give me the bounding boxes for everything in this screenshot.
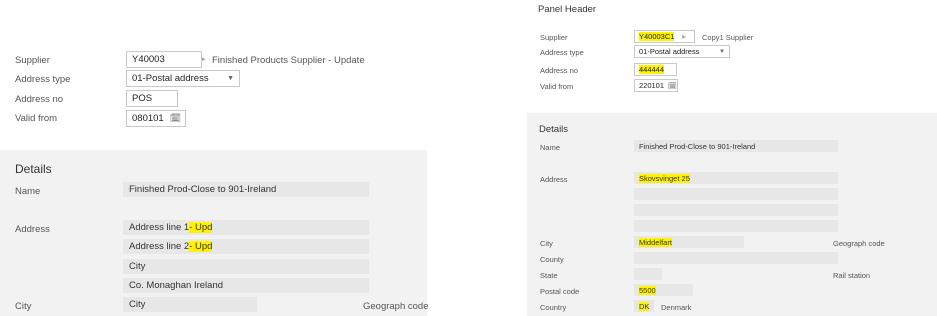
state-label: State <box>540 271 558 280</box>
address-line2-field-right[interactable] <box>634 188 838 200</box>
city-value-right: Middelfart <box>639 237 672 247</box>
rail-station-label: Rail station <box>833 271 871 280</box>
supplier-name-right: Copy1 Supplier <box>702 33 754 42</box>
address-line3-value: City <box>129 261 146 272</box>
address-no-input-right[interactable]: 444444 <box>634 63 677 76</box>
supplier-label-right: Supplier <box>540 33 568 42</box>
address-line1-field-right[interactable]: Skovsvinget 25 <box>634 172 838 184</box>
name-field-right[interactable]: Finished Prod-Close to 901-Ireland <box>634 140 838 152</box>
name-label: Name <box>15 186 41 197</box>
address-label-right: Address <box>540 175 568 184</box>
city-label-right: City <box>540 239 553 248</box>
left-details-panel: Details Name Finished Prod-Close to 901-… <box>0 150 429 316</box>
calendar-icon[interactable]: 🗓 <box>170 113 181 124</box>
address-no-value: POS <box>132 93 153 104</box>
county-label: County <box>540 255 564 264</box>
details-title: Details <box>15 162 52 176</box>
calendar-icon[interactable]: 🗓 <box>668 82 677 90</box>
chevron-down-icon: ▼ <box>719 48 725 55</box>
valid-from-label-right: Valid from <box>540 82 574 91</box>
geograph-code-label-right: Geograph code <box>833 239 885 248</box>
geograph-code-label: Geograph code <box>363 301 429 312</box>
country-code-field[interactable]: DK <box>634 300 654 312</box>
address-no-value-right: 444444 <box>639 65 665 74</box>
address-type-value: 01-Postal address <box>132 73 209 84</box>
address-line1-highlight: - Upd <box>189 222 213 233</box>
chevron-down-icon: ▼ <box>227 75 234 82</box>
county-field[interactable] <box>634 252 838 264</box>
supplier-name: Finished Products Supplier - Update <box>212 55 365 66</box>
address-line2-field[interactable]: Address line 2 - Upd <box>123 239 369 254</box>
address-no-label-right: Address no <box>540 66 578 75</box>
address-type-select-right[interactable]: 01-Postal address ▼ <box>634 45 730 58</box>
address-type-label: Address type <box>15 74 71 85</box>
state-field[interactable] <box>634 268 662 280</box>
lookup-arrow-icon[interactable]: ▸ <box>682 32 686 41</box>
right-details-panel: Details Name Finished Prod-Close to 901-… <box>527 113 937 316</box>
country-name: Denmark <box>661 303 692 312</box>
address-type-label-right: Address type <box>540 48 584 57</box>
address-line2-highlight: - Upd <box>189 241 213 252</box>
country-code-value: DK <box>639 301 650 311</box>
city-field-right[interactable]: Middelfart <box>634 236 744 248</box>
address-label: Address <box>15 224 50 235</box>
address-type-value-right: 01-Postal address <box>639 47 700 56</box>
valid-from-value-right: 220101 <box>639 81 665 90</box>
city-label: City <box>15 301 32 312</box>
name-label-right: Name <box>540 143 561 152</box>
valid-from-value: 080101 <box>132 113 164 124</box>
postal-code-label: Postal code <box>540 287 580 296</box>
address-type-select[interactable]: 01-Postal address ▼ <box>126 70 240 87</box>
name-value-right: Finished Prod-Close to 901-Ireland <box>639 141 756 151</box>
supplier-input[interactable]: Y40003 <box>126 51 202 68</box>
address-line4-value: Co. Monaghan Ireland <box>129 280 224 291</box>
address-no-label: Address no <box>15 94 64 105</box>
name-field[interactable]: Finished Prod-Close to 901-Ireland <box>123 182 369 197</box>
address-line3-field[interactable]: City <box>123 259 369 274</box>
supplier-value: Y40003 <box>132 54 165 65</box>
address-line4-field[interactable]: Co. Monaghan Ireland <box>123 278 369 293</box>
details-title-right: Details <box>539 124 569 135</box>
valid-from-input[interactable]: 080101 🗓 <box>126 110 186 127</box>
address-line1-text: Address line 1 <box>129 222 190 233</box>
address-line2-text: Address line 2 <box>129 241 190 252</box>
supplier-label: Supplier <box>15 55 50 66</box>
name-value: Finished Prod-Close to 901-Ireland <box>129 184 277 195</box>
address-line4-field-right[interactable] <box>634 220 838 232</box>
valid-from-input-right[interactable]: 220101 🗓 <box>634 79 678 92</box>
postal-code-field[interactable]: 5500 <box>634 284 693 296</box>
city-value: City <box>129 299 146 310</box>
supplier-value-right: Y40003C1 <box>639 32 675 41</box>
address-line1-field[interactable]: Address line 1 - Upd <box>123 220 369 235</box>
address-no-input[interactable]: POS <box>126 90 178 107</box>
city-field[interactable]: City <box>123 297 257 312</box>
address-line1-value-right: Skovsvinget 25 <box>639 173 690 183</box>
supplier-input-right[interactable]: Y40003C1 ▸ <box>634 30 695 43</box>
lookup-arrow-icon[interactable]: ▸ <box>202 55 206 63</box>
country-label: Country <box>540 303 567 312</box>
valid-from-label: Valid from <box>15 113 58 124</box>
panel-header-title: Panel Header <box>538 4 597 15</box>
address-line3-field-right[interactable] <box>634 204 838 216</box>
postal-code-value: 5500 <box>639 285 656 295</box>
